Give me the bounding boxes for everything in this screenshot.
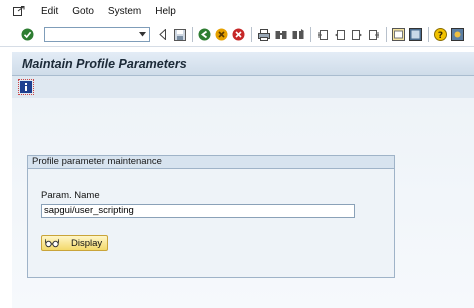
display-button-label: Display [71, 237, 103, 249]
shortcut-icon[interactable] [409, 28, 422, 41]
last-page-icon[interactable] [367, 28, 380, 41]
standard-toolbar: ? [0, 23, 474, 47]
toolbar-separator [251, 27, 252, 42]
menu-goto[interactable]: Goto [65, 6, 101, 17]
exit-menu-icon[interactable] [12, 5, 26, 17]
menu-system[interactable]: System [101, 6, 148, 17]
svg-text:?: ? [438, 31, 443, 41]
find-icon[interactable] [274, 28, 287, 41]
param-name-input[interactable]: sapgui/user_scripting [41, 204, 355, 218]
first-page-icon[interactable] [316, 28, 329, 41]
enter-check-icon[interactable] [21, 28, 34, 41]
customize-layout-icon[interactable] [451, 28, 464, 41]
command-field[interactable] [44, 27, 150, 42]
page-title: Maintain Profile Parameters [22, 56, 187, 71]
cancel-icon[interactable] [232, 28, 245, 41]
toolbar-separator [428, 27, 429, 42]
create-session-icon[interactable] [392, 28, 405, 41]
display-button[interactable]: Display [41, 235, 108, 251]
help-icon[interactable]: ? [434, 28, 447, 41]
previous-page-icon[interactable] [333, 28, 346, 41]
toolbar-separator [310, 27, 311, 42]
exit-icon[interactable] [215, 28, 228, 41]
info-icon [20, 81, 32, 93]
param-name-label: Param. Name [41, 190, 100, 201]
chevron-down-icon[interactable] [137, 29, 148, 40]
application-toolbar [12, 76, 474, 98]
find-next-icon[interactable] [291, 28, 304, 41]
print-icon[interactable] [257, 28, 270, 41]
profile-parameter-groupbox: Profile parameter maintenance Param. Nam… [27, 155, 395, 278]
back-icon[interactable] [198, 28, 211, 41]
glasses-icon [45, 238, 59, 248]
menu-edit[interactable]: Edit [34, 6, 65, 17]
toolbar-separator [192, 27, 193, 42]
menu-bar: Edit Goto System Help [0, 0, 474, 22]
menu-help[interactable]: Help [148, 6, 183, 17]
collapse-left-icon[interactable] [156, 28, 169, 41]
title-bar: Maintain Profile Parameters [12, 52, 474, 76]
toolbar-separator [386, 27, 387, 42]
information-button[interactable] [18, 79, 34, 95]
groupbox-title: Profile parameter maintenance [28, 156, 394, 169]
save-icon[interactable] [173, 28, 186, 41]
next-page-icon[interactable] [350, 28, 363, 41]
